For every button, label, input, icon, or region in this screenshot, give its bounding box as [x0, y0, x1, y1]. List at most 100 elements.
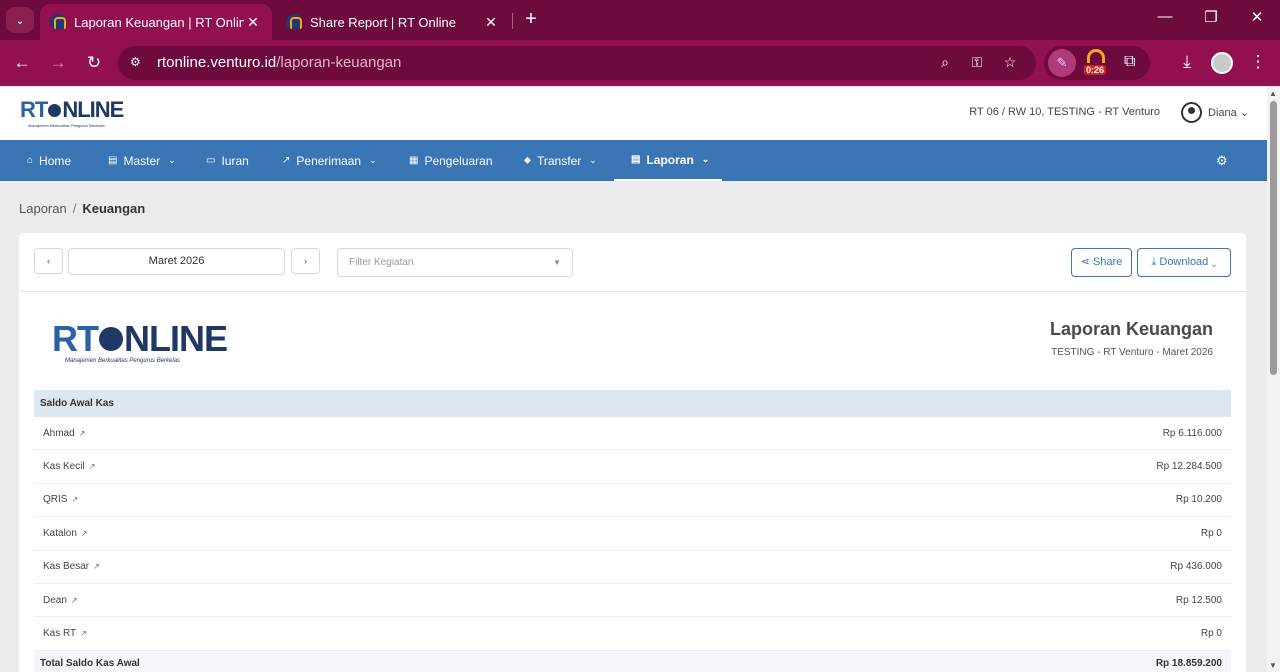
- user-menu[interactable]: Diana ⌄: [1208, 106, 1249, 119]
- nav-laporan[interactable]: ▤ Laporan ⌄: [614, 140, 722, 181]
- logo-person-icon: [99, 327, 123, 351]
- total-label: Total Saldo Kas Awal: [40, 657, 140, 669]
- chevron-down-icon: ⌄: [168, 155, 176, 165]
- document-icon: ▤: [631, 154, 641, 165]
- tab-title: Laporan Keuangan | RT Online: [74, 14, 244, 30]
- chevron-down-icon: ⌄: [589, 155, 597, 165]
- account-amount: Rp 436.000: [1170, 561, 1222, 573]
- back-arrow-icon[interactable]: ←: [11, 52, 33, 74]
- nav-pengeluaran[interactable]: ▦ Pengeluaran: [409, 140, 493, 181]
- user-menu-chevron-icon: ⌄: [1239, 107, 1250, 119]
- rt-online-favicon-icon: [50, 14, 66, 30]
- rt-online-favicon-icon: [286, 14, 302, 30]
- timer-badge: 0:26: [1084, 65, 1107, 75]
- chevron-down-icon: ⌄: [369, 155, 377, 165]
- table-row: Dean ↗ Rp 12.500: [34, 584, 1231, 618]
- nav-master[interactable]: ▤ Master ⌄: [108, 140, 176, 181]
- external-link-icon: ↗: [71, 495, 79, 505]
- browser-toolbar: ← → ↻ ⚙ rtonline.venturo.id/laporan-keua…: [0, 40, 1280, 86]
- nav-transfer[interactable]: ⬥ Transfer ⌄: [524, 140, 597, 181]
- nav-home[interactable]: ⌂ Home: [27, 140, 71, 181]
- report-title: Laporan Keuangan: [1049, 319, 1213, 339]
- external-link-icon: ↗: [93, 562, 100, 572]
- account-link[interactable]: Katalon ↗: [43, 528, 88, 539]
- scroll-up-arrow-icon[interactable]: ▲: [1269, 89, 1277, 98]
- extensions-group: ✎ 0:26 ⧉: [1044, 46, 1150, 80]
- timer-extension-icon[interactable]: 0:26: [1084, 49, 1108, 75]
- download-icon[interactable]: ⤓: [1176, 52, 1198, 72]
- feather-extension-icon[interactable]: ✎: [1048, 49, 1076, 77]
- password-key-icon[interactable]: ⚿: [968, 54, 986, 72]
- app-header: RT NLINE Manajemen Berkualitas Pengurus B…: [0, 87, 1267, 140]
- account-amount: Rp 12.500: [1175, 594, 1222, 606]
- breadcrumb-laporan[interactable]: Laporan: [19, 201, 67, 216]
- share-button[interactable]: ⋖ Share: [1071, 248, 1132, 277]
- tab-search-chevron-icon[interactable]: ⌄: [6, 7, 34, 33]
- browser-tab-active[interactable]: Laporan Keuangan | RT Online ✕: [40, 4, 272, 40]
- month-picker[interactable]: Maret 2026: [68, 248, 285, 275]
- chevron-down-icon: ⌄: [1211, 256, 1217, 268]
- bookmark-star-icon[interactable]: ☆: [1001, 54, 1019, 72]
- account-link[interactable]: Kas Kecil ↗: [43, 461, 95, 472]
- close-tab-icon[interactable]: ✕: [482, 14, 500, 31]
- nav-iuran[interactable]: ▭ Iuran: [206, 140, 249, 181]
- account-link[interactable]: Kas RT ↗: [43, 628, 87, 639]
- restore-window-icon[interactable]: ❐: [1199, 8, 1223, 26]
- table-row: Kas Kecil ↗ Rp 12.284.500: [34, 450, 1231, 484]
- account-link[interactable]: Ahmad ↗: [43, 428, 85, 439]
- browser-tab-inactive[interactable]: Share Report | RT Online ✕: [276, 4, 510, 40]
- account-link[interactable]: Kas Besar ↗: [43, 561, 100, 572]
- receipt-icon: ▦: [409, 155, 419, 166]
- breadcrumb-current: Keuangan: [82, 201, 146, 216]
- minimize-window-icon[interactable]: —: [1153, 8, 1177, 25]
- logo-tagline: Manajemen Berkualitas Pengurus Berkelas: [28, 123, 105, 128]
- table-row: Kas Besar ↗ Rp 436.000: [34, 551, 1231, 584]
- browser-menu-icon[interactable]: ⋮: [1247, 52, 1269, 72]
- total-amount: Rp 18.859.200: [1155, 657, 1222, 669]
- close-tab-icon[interactable]: ✕: [244, 14, 262, 31]
- site-settings-icon[interactable]: ⚙: [130, 55, 146, 71]
- account-link[interactable]: QRIS ↗: [43, 494, 78, 505]
- page-viewport: RT NLINE Manajemen Berkualitas Pengurus B…: [0, 87, 1267, 672]
- address-bar[interactable]: ⚙ rtonline.venturo.id/laporan-keuangan ⌕…: [118, 46, 1036, 80]
- main-navbar: ⌂ Home ▤ Master ⌄ ▭ Iuran ↗ Penerimaan ⌄ ▦ Peng…: [0, 140, 1267, 181]
- filter-bar: ‹ Maret 2026 › Filter Kegiatan ▼ ⋖ Share…: [19, 233, 1246, 292]
- download-button[interactable]: ⤓ Download ⌄: [1137, 248, 1231, 277]
- rt-info-text: RT 06 / RW 10, TESTING - RT Venturo: [969, 106, 1160, 118]
- table-section-header: Saldo Awal Kas: [34, 390, 1231, 417]
- prev-month-button[interactable]: ‹: [34, 248, 63, 274]
- table-row: Kas RT ↗ Rp 0: [34, 617, 1231, 651]
- next-month-button[interactable]: ›: [291, 248, 320, 274]
- tag-icon: ⬥: [524, 155, 531, 166]
- close-window-icon[interactable]: ✕: [1245, 8, 1269, 26]
- caret-down-icon: ▼: [553, 258, 561, 267]
- account-amount: Rp 0: [1200, 628, 1222, 640]
- reload-icon[interactable]: ↻: [83, 52, 105, 74]
- url-text[interactable]: rtonline.venturo.id/laporan-keuangan: [157, 54, 401, 71]
- logo-person-icon: [48, 103, 62, 117]
- external-link-icon: ↗: [70, 595, 78, 605]
- profile-avatar-icon[interactable]: [1211, 52, 1233, 74]
- report-card: ‹ Maret 2026 › Filter Kegiatan ▼ ⋖ Share…: [19, 233, 1246, 672]
- credit-card-icon: ▭: [206, 155, 216, 166]
- table-row: QRIS ↗ Rp 10.200: [34, 484, 1231, 518]
- account-link[interactable]: Dean ↗: [43, 595, 78, 606]
- scroll-down-arrow-icon[interactable]: ▼: [1269, 661, 1277, 670]
- share-icon: ⋖: [1080, 256, 1090, 268]
- settings-gear-icon[interactable]: ⚙: [1216, 153, 1228, 169]
- extensions-puzzle-icon[interactable]: ⧉: [1124, 53, 1135, 71]
- external-link-icon: ↗: [88, 462, 96, 472]
- page-scrollbar[interactable]: ▲ ▼: [1267, 87, 1280, 672]
- filter-kegiatan-select[interactable]: Filter Kegiatan ▼: [337, 248, 573, 277]
- tab-separator: [512, 13, 513, 29]
- external-link-icon: ↗: [80, 528, 88, 538]
- zoom-search-icon[interactable]: ⌕: [936, 54, 954, 72]
- scrollbar-thumb[interactable]: [1270, 101, 1277, 375]
- forward-arrow-icon[interactable]: →: [47, 52, 69, 74]
- browser-tab-strip: ⌄ Laporan Keuangan | RT Online ✕ Share R…: [0, 0, 1280, 40]
- breadcrumb: Laporan / Keuangan: [19, 201, 146, 216]
- rt-online-logo[interactable]: RT NLINE Manajemen Berkualitas Pengurus B…: [20, 97, 124, 128]
- user-avatar-icon[interactable]: [1181, 102, 1202, 123]
- new-tab-button[interactable]: +: [520, 9, 542, 31]
- nav-penerimaan[interactable]: ↗ Penerimaan ⌄: [282, 140, 377, 181]
